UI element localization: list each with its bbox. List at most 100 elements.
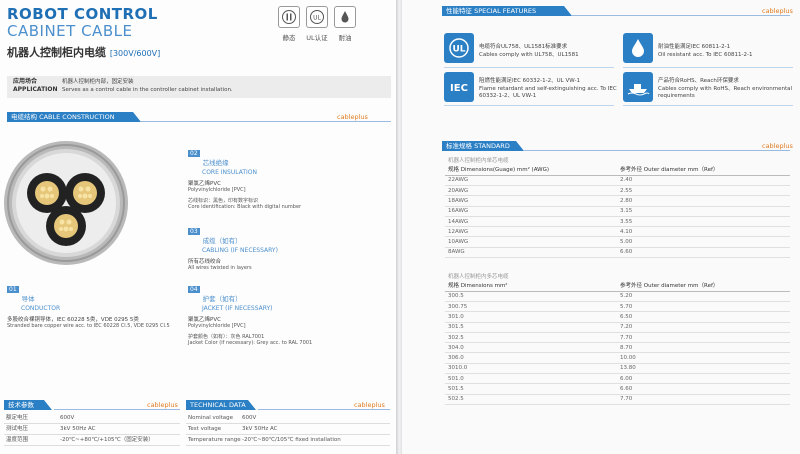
table-cell: 2.40 — [620, 177, 633, 184]
title-rating: [300V/600V] — [109, 49, 161, 58]
tech-cn-header: 技术参数 cableplus — [4, 400, 180, 410]
features-header: 性能特征 SPECIAL FEATURES cableplus — [442, 6, 793, 16]
mm-table-title: 机器人控制柜内多芯电缆 — [448, 274, 509, 280]
application-value: 机器人控制柜内部，固定安装 Serves as a control cable i… — [62, 79, 233, 93]
column-header: 规格 Dimensions mm² — [448, 283, 508, 289]
table-cell: 302.5 — [448, 334, 464, 341]
table-row: 16AWG 3.15 — [445, 207, 790, 217]
table-row: 温度范围 -20℃~+80℃/+105℃（固定安装） — [4, 435, 180, 446]
feature-flame: 阻燃性能满足IEC 60332-1-2、UL VW-1 Flame retarda… — [479, 78, 617, 99]
table-row: 3010.0 13.80 — [445, 364, 790, 375]
table-row: 300.75 5.70 — [445, 303, 790, 313]
table-cell: 6.00 — [620, 375, 633, 382]
table-row: 14AWG 3.55 — [445, 218, 790, 228]
table-cell: 301.0 — [448, 313, 464, 320]
table-row: 20AWG 2.55 — [445, 187, 790, 197]
table-row: 额定电压 600V — [4, 413, 180, 424]
table-row: 301.0 6.50 — [445, 313, 790, 323]
table-cell: 2.55 — [620, 187, 633, 194]
oil-drop-icon — [623, 33, 653, 63]
table-cell: 300.5 — [448, 293, 464, 300]
left-page: ROBOT CONTROL CABINET CABLE 机器人控制柜内电缆 [3… — [0, 0, 398, 454]
table-row: 306.0 10.00 — [445, 354, 790, 364]
table-cell: 3010.0 — [448, 365, 468, 372]
table-cell: 8.70 — [620, 344, 633, 351]
table-cell: 304.0 — [448, 344, 464, 351]
tech-en-table: Nominal voltage 600V Test voltage 3kV 50Hz… — [186, 413, 390, 446]
application-key: 应用场合 APPLICATION — [13, 78, 58, 93]
feature-rohs: 产品符合RoHS、Reach环保要求 Cables comply with RoH… — [658, 78, 792, 99]
brand-label: cableplus — [337, 113, 368, 121]
tech-cn-table: 额定电压 600V 测试电压 3kV 50Hz AC 温度范围 -20℃~+80℃/+… — [4, 413, 180, 446]
cert-label-oil: 耐油 — [338, 34, 352, 42]
callout-conductor: 01导体 CONDUCTOR 多股绞合裸铜导体，IEC 60228 5类，VDE… — [7, 286, 170, 329]
table-cell: 20AWG — [448, 187, 469, 194]
feature-oil: 耐油性能满足IEC 60811-2-1 Oil resistant acc. To… — [658, 44, 753, 58]
table-cell: 22AWG — [448, 177, 469, 184]
table-row: 10AWG 5.00 — [445, 238, 790, 248]
table-row: 300.5 5.20 — [445, 292, 790, 302]
table-cell: 5.70 — [620, 303, 633, 310]
standard-header: 标准规格 STANDARD cableplus — [442, 141, 793, 151]
table-row: 测试电压 3kV 50Hz AC — [4, 424, 180, 435]
table-row: 18AWG 2.80 — [445, 197, 790, 207]
construction-header: 电缆结构 CABLE CONSTRUCTION cableplus — [7, 112, 391, 122]
ul-icon: UL — [306, 6, 328, 28]
table-cell: 501.0 — [448, 375, 464, 382]
cert-label-static: 静态 — [282, 34, 296, 42]
application-row: 应用场合 APPLICATION 机器人控制柜内部，固定安装 Serves as a… — [7, 76, 391, 98]
svg-text:UL: UL — [313, 15, 321, 22]
table-row: 22AWG 2.40 — [445, 176, 790, 186]
table-row: Test voltage 3kV 50Hz AC — [186, 424, 390, 435]
table-cell: 14AWG — [448, 218, 469, 225]
table-cell: 10AWG — [448, 239, 469, 246]
table-row: Temperature range -20℃~80℃/105℃ fixed ins… — [186, 435, 390, 446]
table-cell: 3.55 — [620, 218, 633, 225]
awg-table-title: 机器人控制柜内单芯电缆 — [448, 158, 509, 164]
table-cell: 7.20 — [620, 324, 633, 331]
tech-en-header: TECHNICAL DATA cableplus — [186, 400, 390, 410]
table-header-row: 规格 Dimensions(Guage) mm² (AWG) 参考外径 Outer… — [445, 166, 790, 176]
table-cell: 12AWG — [448, 228, 469, 235]
oil-drop-icon — [334, 6, 356, 28]
table-row: Nominal voltage 600V — [186, 413, 390, 424]
table-cell: 5.20 — [620, 293, 633, 300]
callout-core-insulation: 02芯线绝缘 CORE INSULATION 聚氯乙烯PVC Polyvinyl… — [188, 150, 302, 210]
table-cell: 7.70 — [620, 396, 633, 403]
cable-cross-section-image — [4, 141, 128, 265]
ul-icon: UL — [444, 33, 474, 63]
cert-label-ul: UL认证 — [306, 34, 328, 42]
table-header-row: 规格 Dimensions mm² 参考外径 Outer diameter mm（… — [445, 282, 790, 292]
table-cell: 4.10 — [620, 228, 633, 235]
table-cell: 3.15 — [620, 208, 633, 215]
table-row: 502.5 7.70 — [445, 395, 790, 405]
column-header: 参考外径 Outer diameter mm（Ref） — [620, 167, 719, 173]
brochure-spread: ROBOT CONTROL CABINET CABLE 机器人控制柜内电缆 [3… — [0, 0, 800, 454]
column-header: 参考外径 Outer diameter mm（Ref） — [620, 283, 719, 289]
svg-text:IEC: IEC — [450, 83, 468, 94]
table-cell: 300.75 — [448, 303, 468, 310]
table-cell: 5.00 — [620, 239, 633, 246]
iec-icon: IEC — [444, 72, 474, 102]
svg-text:UL: UL — [452, 45, 465, 55]
title-line2: CABINET CABLE — [7, 22, 133, 40]
cabinet-icon — [278, 6, 300, 28]
title-cn: 机器人控制柜内电缆 [300V/600V] — [7, 46, 161, 59]
table-cell: 6.50 — [620, 313, 633, 320]
table-cell: 301.5 — [448, 324, 464, 331]
table-cell: 8AWG — [448, 249, 465, 256]
column-header: 规格 Dimensions(Guage) mm² (AWG) — [448, 167, 550, 173]
callout-cabling: 03成缆（如有） CABLING (IF NECESSARY) 所有芯线绞合 A… — [188, 228, 278, 271]
table-cell: 18AWG — [448, 197, 469, 204]
table-row: 301.5 7.20 — [445, 323, 790, 333]
table-cell: 502.5 — [448, 396, 464, 403]
table-cell: 501.5 — [448, 386, 464, 392]
table-cell: 6.60 — [620, 386, 633, 392]
ship-icon — [623, 72, 653, 102]
feature-ul: 电缆符合UL758、UL1581标准要求 Cables comply with U… — [479, 44, 579, 58]
table-cell: 2.80 — [620, 197, 633, 204]
table-cell: 7.70 — [620, 334, 633, 341]
title-line1: ROBOT CONTROL — [7, 5, 158, 23]
table-row: 501.0 6.00 — [445, 375, 790, 385]
table-row: 501.5 6.60 — [445, 385, 790, 395]
